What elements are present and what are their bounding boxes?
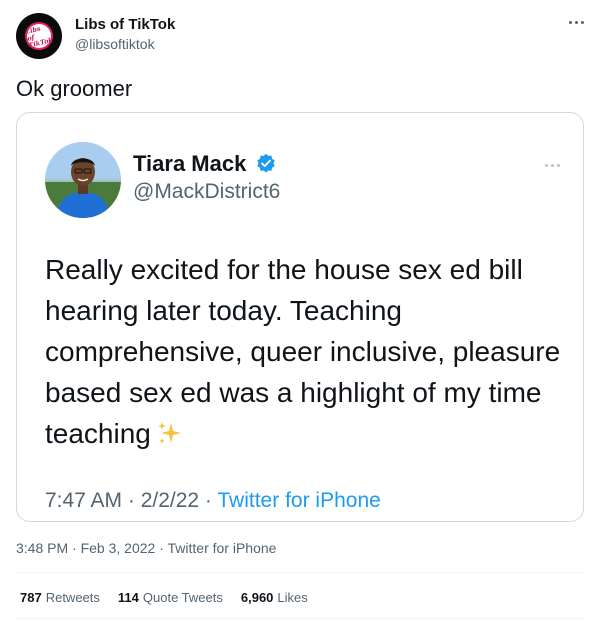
quoted-tweet-text: Really excited for the house sex ed bill… <box>45 254 561 449</box>
tweet-timestamp[interactable]: 3:48 PM · Feb 3, 2022 · Twitter for iPho… <box>16 540 276 556</box>
quoted-tweet-meta: 7:47 AM · 2/2/22 · Twitter for iPhone <box>45 489 381 512</box>
more-options-icon[interactable] <box>565 14 587 30</box>
tweet-text: Ok groomer <box>16 76 133 101</box>
quoted-more-icon <box>545 160 567 170</box>
verified-badge-icon <box>257 153 275 173</box>
divider <box>16 618 585 619</box>
author-avatar[interactable]: Libs of TikTok <box>16 13 62 59</box>
author-handle[interactable]: @libsoftiktok <box>75 36 155 52</box>
quoted-author-handle: @MackDistrict6 <box>133 180 281 203</box>
quoted-author-name: Tiara Mack <box>133 151 247 176</box>
tweet-source-link[interactable]: Twitter for iPhone <box>168 540 277 556</box>
sparkles-icon <box>157 422 181 444</box>
quoted-author-avatar <box>45 142 121 218</box>
retweets-stat[interactable]: 787 Retweets <box>20 590 100 605</box>
divider <box>16 572 585 573</box>
avatar-logo: Libs of TikTok <box>22 19 56 53</box>
author-display-name[interactable]: Libs of TikTok <box>75 16 175 33</box>
quote-tweets-stat[interactable]: 114 Quote Tweets <box>118 590 223 605</box>
likes-stat[interactable]: 6,960 Likes <box>241 590 308 605</box>
engagement-stats: 787 Retweets 114 Quote Tweets 6,960 Likes <box>20 590 308 605</box>
tweet-media-image[interactable]: Tiara Mack @MackDistrict6 Really excited… <box>16 112 584 522</box>
